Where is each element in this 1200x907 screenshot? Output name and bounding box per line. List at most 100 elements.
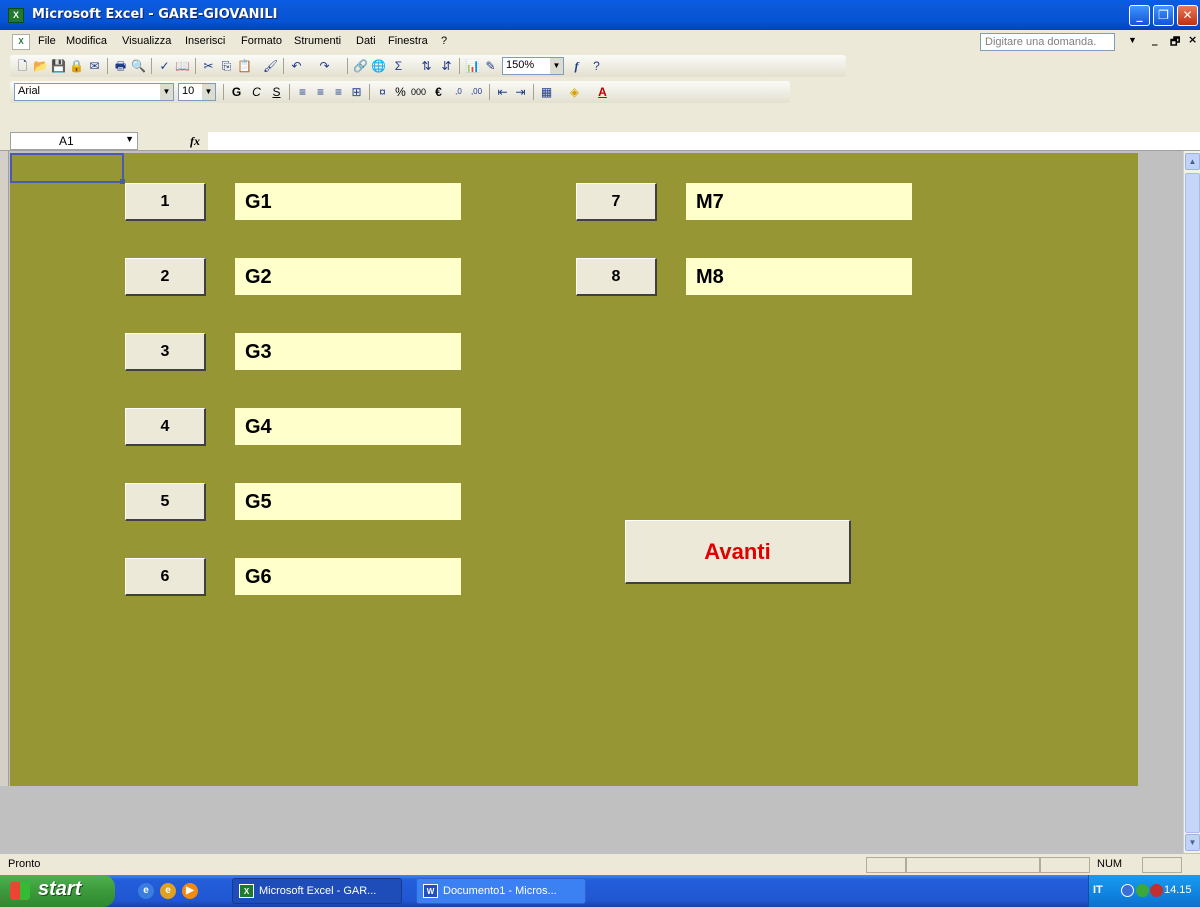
copy-icon[interactable]: ⎘ <box>218 58 235 74</box>
autosum-icon[interactable]: Σ <box>390 58 407 74</box>
cut-icon[interactable]: ✂ <box>200 58 217 74</box>
menu-help[interactable]: ? <box>441 35 447 47</box>
arrow-tray-icon[interactable] <box>1121 884 1134 897</box>
menu-formato[interactable]: Formato <box>241 35 282 47</box>
italic-button[interactable]: C <box>248 84 265 100</box>
help-icon[interactable]: ? <box>588 58 605 74</box>
menu-strumenti[interactable]: Strumenti <box>294 35 341 47</box>
save-icon[interactable]: 💾 <box>50 58 67 74</box>
ask-dropdown-icon[interactable]: ▼ <box>1128 35 1137 45</box>
drawing-icon[interactable]: ✎ <box>482 58 499 74</box>
scroll-down-icon[interactable]: ▼ <box>1185 834 1200 851</box>
insert-function-icon[interactable]: fx <box>190 134 200 149</box>
button-1[interactable]: 1 <box>125 183 206 221</box>
name-box[interactable]: A1 ▼ <box>10 132 138 150</box>
excel-app-icon[interactable]: X <box>8 8 24 23</box>
internet-explorer-icon[interactable]: e <box>138 883 154 899</box>
media-player-icon[interactable]: ▶ <box>182 883 198 899</box>
permission-icon[interactable]: 🔒 <box>68 58 85 74</box>
web-icon[interactable]: 🌐 <box>370 58 387 74</box>
new-file-icon[interactable]: 🗋 <box>14 58 31 74</box>
system-tray: IT 14.15 <box>1088 875 1200 907</box>
spelling-icon[interactable]: ✓ <box>156 58 173 74</box>
selected-cell-a1[interactable] <box>10 153 125 184</box>
button-5[interactable]: 5 <box>125 483 206 521</box>
undo-icon[interactable]: ↶ <box>288 58 305 74</box>
task-excel[interactable]: X Microsoft Excel - GAR... <box>232 878 402 904</box>
menu-dati[interactable]: Dati <box>356 35 376 47</box>
ask-question-box[interactable]: Digitare una domanda. <box>980 33 1115 51</box>
hyperlink-icon[interactable]: 🔗 <box>352 58 369 74</box>
avanti-button[interactable]: Avanti <box>625 520 851 584</box>
align-center-icon[interactable]: ≡ <box>312 84 329 100</box>
thousands-icon[interactable]: 000 <box>410 84 427 100</box>
sort-descending-icon[interactable]: ⇵ <box>438 58 455 74</box>
scroll-thumb[interactable] <box>1185 173 1200 833</box>
minimize-button[interactable]: _ <box>1129 5 1150 26</box>
task-excel-label: Microsoft Excel - GAR... <box>259 885 377 897</box>
chart-wizard-icon[interactable]: 📊 <box>464 58 481 74</box>
bold-button[interactable]: G <box>228 84 245 100</box>
start-button[interactable]: start <box>0 875 115 907</box>
align-left-icon[interactable]: ≡ <box>294 84 311 100</box>
formula-bar: A1 ▼ fx <box>0 131 1200 151</box>
underline-button[interactable]: S <box>268 84 285 100</box>
euro-icon[interactable]: € <box>430 84 447 100</box>
doc-restore-icon[interactable]: 🗗 <box>1170 33 1180 52</box>
zoom-select[interactable]: 150% ▼ <box>502 57 564 75</box>
print-preview-icon[interactable]: 🔍 <box>130 58 147 74</box>
menu-inserisci[interactable]: Inserisci <box>185 35 225 47</box>
button-8[interactable]: 8 <box>576 258 657 296</box>
button-3[interactable]: 3 <box>125 333 206 371</box>
font-color-icon[interactable]: A <box>594 84 611 100</box>
borders-icon[interactable]: ▦ <box>538 84 555 100</box>
font-dropdown-icon[interactable]: ▼ <box>160 84 173 100</box>
percent-icon[interactable]: % <box>392 84 409 100</box>
font-select[interactable]: Arial ▼ <box>14 83 174 101</box>
close-button[interactable]: ✕ <box>1177 5 1198 26</box>
vertical-scrollbar[interactable]: ▲ ▼ <box>1183 151 1200 853</box>
email-icon[interactable]: ✉ <box>86 58 103 74</box>
align-right-icon[interactable]: ≡ <box>330 84 347 100</box>
button-6[interactable]: 6 <box>125 558 206 596</box>
increase-decimal-icon[interactable]: ,0 <box>450 84 467 100</box>
security-tray-icon[interactable] <box>1150 884 1163 897</box>
task-word[interactable]: W Documento1 - Micros... <box>416 878 586 904</box>
decrease-decimal-icon[interactable]: ,00 <box>468 84 485 100</box>
formula-input[interactable] <box>208 132 1200 150</box>
zoom-dropdown-icon[interactable]: ▼ <box>550 58 563 74</box>
open-folder-icon[interactable]: 📂 <box>32 58 49 74</box>
menu-visualizza[interactable]: Visualizza <box>122 35 171 47</box>
button-4[interactable]: 4 <box>125 408 206 446</box>
restore-button[interactable]: ❐ <box>1153 5 1174 26</box>
function-icon[interactable]: f <box>568 58 585 74</box>
doc-close-icon[interactable]: × <box>1188 33 1197 46</box>
currency-icon[interactable]: ¤ <box>374 84 391 100</box>
workbook-icon[interactable]: X <box>12 34 30 50</box>
button-2[interactable]: 2 <box>125 258 206 296</box>
worksheet[interactable] <box>10 153 1138 786</box>
network-tray-icon[interactable] <box>1136 884 1149 897</box>
redo-icon[interactable]: ↷ <box>316 58 333 74</box>
button-7[interactable]: 7 <box>576 183 657 221</box>
print-icon[interactable]: 🖶 <box>112 58 129 74</box>
decrease-indent-icon[interactable]: ⇤ <box>494 84 511 100</box>
font-size-dropdown-icon[interactable]: ▼ <box>202 84 215 100</box>
paste-icon[interactable]: 📋 <box>236 58 253 74</box>
fill-color-icon[interactable]: ◈ <box>566 84 583 100</box>
menu-file[interactable]: File <box>38 35 56 47</box>
merge-center-icon[interactable]: ⊞ <box>348 84 365 100</box>
research-icon[interactable]: 📖 <box>174 58 191 74</box>
name-box-dropdown-icon[interactable]: ▼ <box>125 134 134 144</box>
scroll-up-icon[interactable]: ▲ <box>1185 153 1200 170</box>
sort-ascending-icon[interactable]: ⇅ <box>418 58 435 74</box>
font-size-select[interactable]: 10 ▼ <box>178 83 216 101</box>
format-painter-icon[interactable]: 🖌 <box>262 58 279 74</box>
language-indicator[interactable]: IT <box>1093 884 1103 896</box>
increase-indent-icon[interactable]: ⇥ <box>512 84 529 100</box>
browser-icon[interactable]: e <box>160 883 176 899</box>
doc-minimize-icon[interactable]: _ <box>1152 33 1158 46</box>
menu-modifica[interactable]: Modifica <box>66 35 107 47</box>
font-name: Arial <box>18 85 41 97</box>
menu-finestra[interactable]: Finestra <box>388 35 428 47</box>
